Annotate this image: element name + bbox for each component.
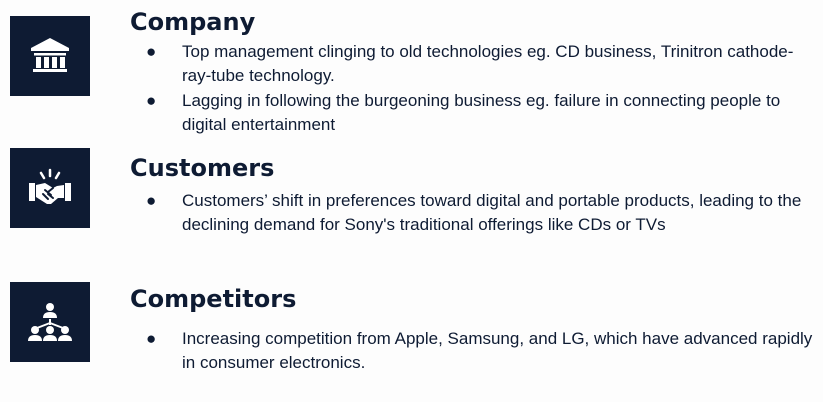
group-network-icon: [28, 303, 72, 341]
bullet-list-customers: ● Customers’ shift in preferences toward…: [146, 189, 820, 238]
bullet-dot: ●: [146, 329, 157, 348]
bullet-dot: ●: [146, 91, 157, 110]
bullet-text: Increasing competition from Apple, Samsu…: [182, 329, 813, 372]
bullet-dot: ●: [146, 191, 157, 210]
bullet-list-company: ● Top management clinging to old technol…: [146, 40, 820, 138]
bullet-text: Customers’ shift in preferences toward d…: [182, 191, 802, 234]
section-heading-customers: Customers: [130, 154, 275, 182]
handshake-icon: [29, 168, 71, 204]
bullet-list-competitors: ● Increasing competition from Apple, Sam…: [146, 327, 820, 376]
bullet-text: Lagging in following the burgeoning busi…: [182, 91, 781, 134]
list-item: ● Increasing competition from Apple, Sam…: [146, 327, 820, 375]
competitors-icon-tile: [10, 282, 90, 362]
section-heading-company: Company: [130, 8, 256, 36]
list-item: ● Customers’ shift in preferences toward…: [146, 189, 820, 237]
section-heading-competitors: Competitors: [130, 285, 297, 313]
bank-icon: [31, 38, 69, 72]
customers-icon-tile: [10, 148, 90, 228]
bullet-text: Top management clinging to old technolog…: [182, 42, 794, 85]
list-item: ● Top management clinging to old technol…: [146, 40, 820, 88]
list-item: ● Lagging in following the burgeoning bu…: [146, 89, 820, 137]
bullet-dot: ●: [146, 42, 157, 61]
company-icon-tile: [10, 16, 90, 96]
